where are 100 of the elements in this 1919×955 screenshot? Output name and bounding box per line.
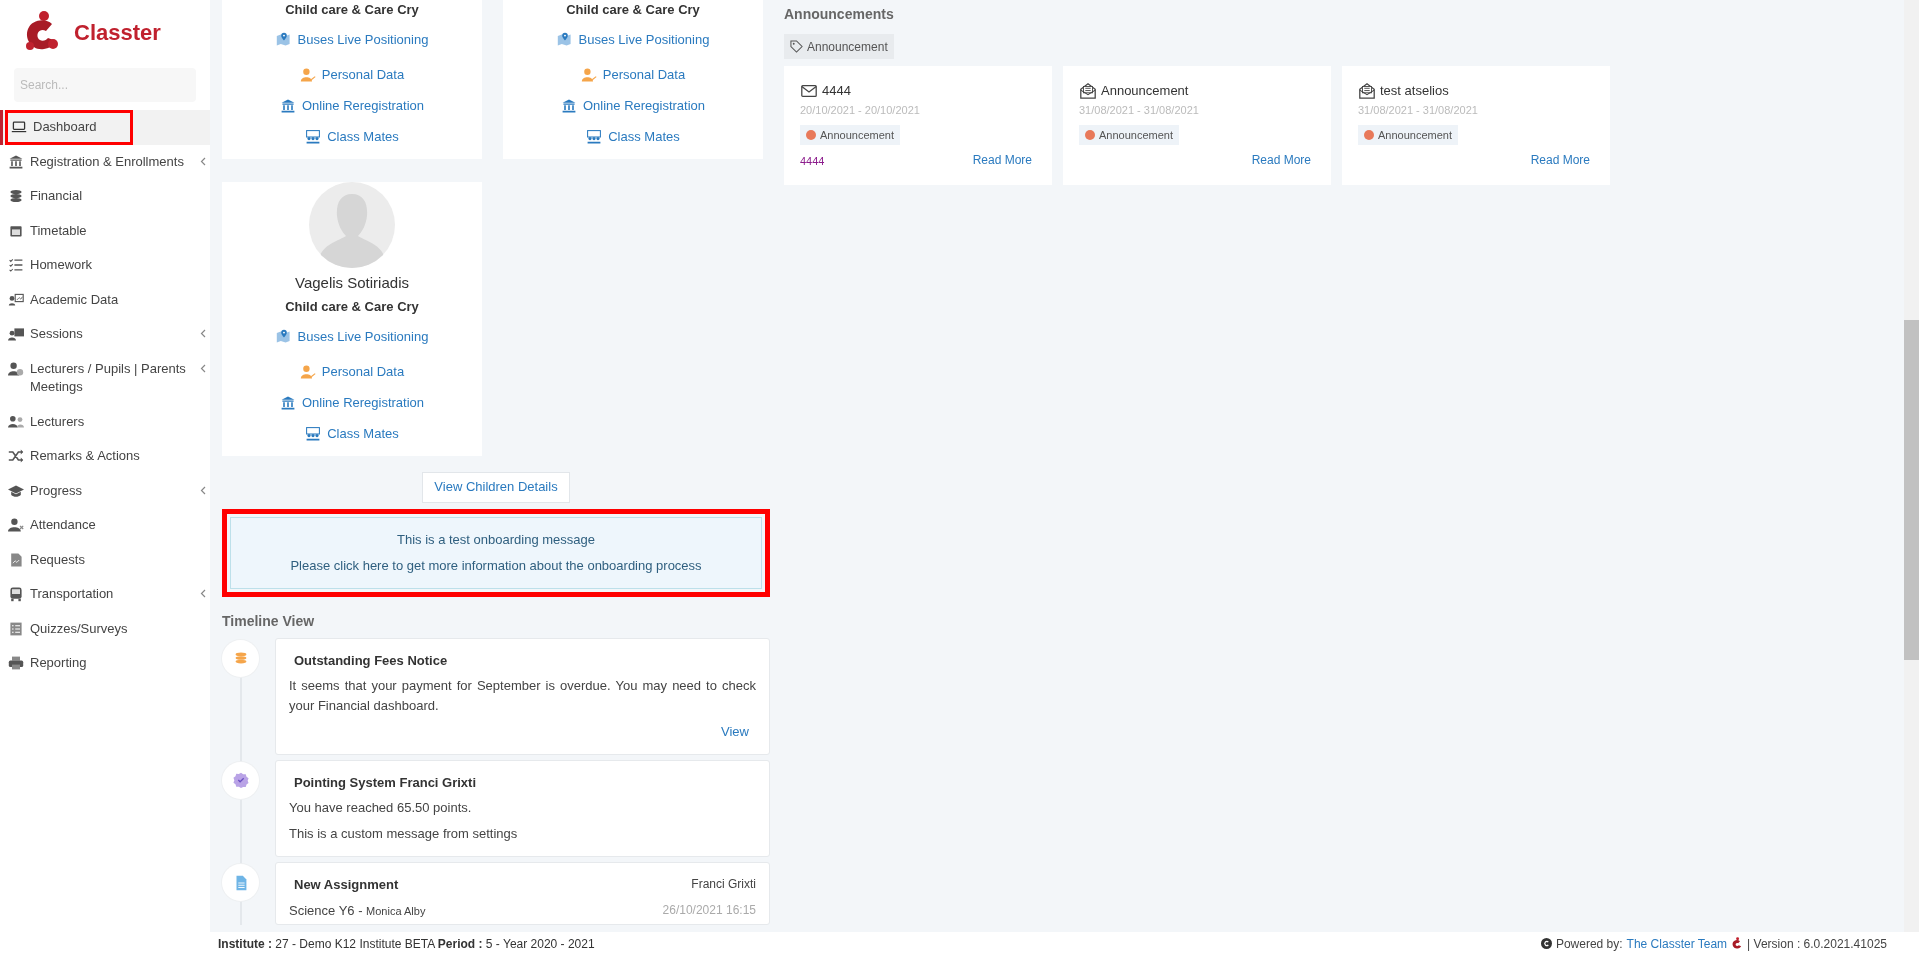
timeline-title: Outstanding Fees Notice <box>293 651 448 670</box>
child-link[interactable]: Online Reregistration <box>560 95 706 116</box>
announcement-dates: 31/08/2021 - 31/08/2021 <box>1358 102 1479 118</box>
child-name: Vagelis Sotiriadis <box>294 272 410 293</box>
timeline-text: It seems that your payment for September is overdue. You may need to check your Financial dashboard. <box>289 677 756 715</box>
sidebar-item[interactable]: Financial <box>0 179 210 214</box>
announcement-tag: Announcement <box>800 125 900 145</box>
child-school: Child care & Care Cry <box>284 298 420 316</box>
announcement-card[interactable]: Announcement 31/08/2021 - 31/08/2021 Announcement Read More <box>1063 66 1331 185</box>
map-pin-icon <box>275 31 292 48</box>
announcement-tag: Announcement <box>1079 125 1179 145</box>
onboarding-text[interactable]: Please click here to get more information about the onboarding process <box>290 556 702 576</box>
coins-icon <box>8 188 24 204</box>
people-icon <box>8 413 24 430</box>
person-icon <box>299 363 316 380</box>
scrollbar[interactable] <box>1904 0 1919 932</box>
map-pin-icon <box>556 31 573 48</box>
timeline-author: Franci Grixti <box>691 876 756 893</box>
child-link[interactable]: Personal Data <box>580 64 686 85</box>
child-link[interactable]: Online Reregistration <box>279 392 425 413</box>
person-icon <box>580 66 597 83</box>
timeline-text: You have reached 65.50 points. <box>289 799 473 817</box>
assignment-teacher: Monica Alby <box>366 904 426 917</box>
sidebar-item[interactable]: Remarks & Actions <box>0 439 210 474</box>
timeline-title: Pointing System Franci Grixti <box>293 773 477 792</box>
announcement-card[interactable]: test atselios 31/08/2021 - 31/08/2021 Announcement Read More <box>1342 66 1610 185</box>
child-link[interactable]: Class Mates <box>305 126 399 147</box>
announcement-card[interactable]: 4444 20/10/2021 - 20/10/2021 Announcement 4444 Read More <box>784 66 1052 185</box>
child-link[interactable]: Buses Live Positioning <box>556 29 710 50</box>
open-envelope-icon <box>1358 81 1376 100</box>
sidebar-item[interactable]: Academic Data <box>0 282 210 317</box>
bank-icon <box>8 153 24 170</box>
read-more-link[interactable]: Read More <box>1251 151 1311 169</box>
view-children-details-button[interactable]: View Children Details <box>422 471 570 503</box>
sidebar-item[interactable]: Reporting <box>0 646 210 681</box>
badge-check-icon <box>231 771 250 789</box>
search-field[interactable]: Search... <box>14 68 196 102</box>
chart-board-icon <box>8 291 24 308</box>
sidebar-item[interactable]: Dashboard <box>0 110 210 145</box>
version-text: | Version : 6.0.2021.41025 <box>1747 935 1887 953</box>
onboarding-text[interactable]: This is a test onboarding message <box>397 529 595 549</box>
document-icon <box>8 551 24 568</box>
laptop-icon <box>11 119 27 135</box>
assignment-subject: Science Y6 - <box>289 902 363 918</box>
announcement-filter-tag[interactable]: Announcement <box>784 34 894 59</box>
map-pin-icon <box>275 328 292 345</box>
child-link[interactable]: Personal Data <box>299 64 405 85</box>
announcement-title: 4444 <box>822 82 851 100</box>
sidebar-item[interactable]: Timetable <box>0 213 210 248</box>
bus-icon <box>8 586 24 602</box>
announcement-title: test atselios <box>1380 82 1449 100</box>
sidebar-item[interactable]: Attendance <box>0 508 210 543</box>
checklist-icon <box>8 257 24 273</box>
announcements-heading: Announcements <box>784 5 895 24</box>
tag-icon <box>790 40 803 53</box>
list-icon <box>8 620 24 637</box>
sidebar-item[interactable]: Progress <box>0 473 210 508</box>
child-school: Child care & Care Cry <box>284 1 420 19</box>
classroom-icon <box>305 425 322 442</box>
sidebar-item[interactable]: Homework <box>0 248 210 283</box>
child-link[interactable]: Buses Live Positioning <box>275 326 429 347</box>
bank-icon <box>560 97 577 114</box>
presenter-icon <box>8 326 24 342</box>
child-link[interactable]: Class Mates <box>586 126 680 147</box>
announcement-title: Announcement <box>1101 82 1189 100</box>
sidebar-item[interactable]: Registration & Enrollments <box>0 144 210 179</box>
person-x-icon <box>8 517 24 533</box>
announcement-dates: 20/10/2021 - 20/10/2021 <box>800 102 921 118</box>
child-link[interactable]: Online Reregistration <box>279 95 425 116</box>
shuffle-icon <box>8 448 24 464</box>
announcement-tag: Announcement <box>1358 125 1458 145</box>
child-link[interactable]: Personal Data <box>299 361 405 382</box>
institute-info: Institute : 27 - Demo K12 Institute BETA Period : 5 - Year 2020 - 2021 <box>218 935 595 953</box>
child-school: Child care & Care Cry <box>565 1 701 19</box>
child-link[interactable]: Class Mates <box>305 423 399 444</box>
open-envelope-icon <box>1079 81 1097 100</box>
sidebar-item[interactable]: Requests <box>0 542 210 577</box>
read-more-link[interactable]: Read More <box>1530 151 1590 169</box>
classroom-icon <box>586 128 603 145</box>
logo-icon <box>1731 937 1744 950</box>
child-link[interactable]: Buses Live Positioning <box>275 29 429 50</box>
read-more-link[interactable]: Read More <box>972 151 1032 169</box>
bank-icon <box>279 97 296 114</box>
announcement-dates: 31/08/2021 - 31/08/2021 <box>1079 102 1200 118</box>
sidebar-item[interactable]: Sessions <box>0 317 210 352</box>
bank-icon <box>279 394 296 411</box>
sidebar-item[interactable]: Transportation <box>0 577 210 612</box>
scrollbar-thumb[interactable] <box>1904 320 1919 660</box>
sidebar-item[interactable]: Lecturers / Pupils | Parents Meetings <box>0 351 210 405</box>
view-link[interactable]: View <box>721 722 749 742</box>
person-icon <box>299 66 316 83</box>
team-link[interactable]: The Classter Team <box>1626 934 1728 953</box>
announcement-body: 4444 <box>800 153 825 169</box>
sidebar-item[interactable]: Quizzes/Surveys <box>0 611 210 646</box>
person-clock-icon <box>8 360 24 377</box>
timeline-heading: Timeline View <box>222 611 316 631</box>
sidebar-item[interactable]: Lecturers <box>0 404 210 439</box>
timeline-text: This is a custom message from settings <box>289 825 519 843</box>
onboarding-message[interactable]: This is a test onboarding message Please click here to get more information about the onboarding process <box>230 516 762 589</box>
assignment-date: 26/10/2021 16:15 <box>662 901 756 919</box>
